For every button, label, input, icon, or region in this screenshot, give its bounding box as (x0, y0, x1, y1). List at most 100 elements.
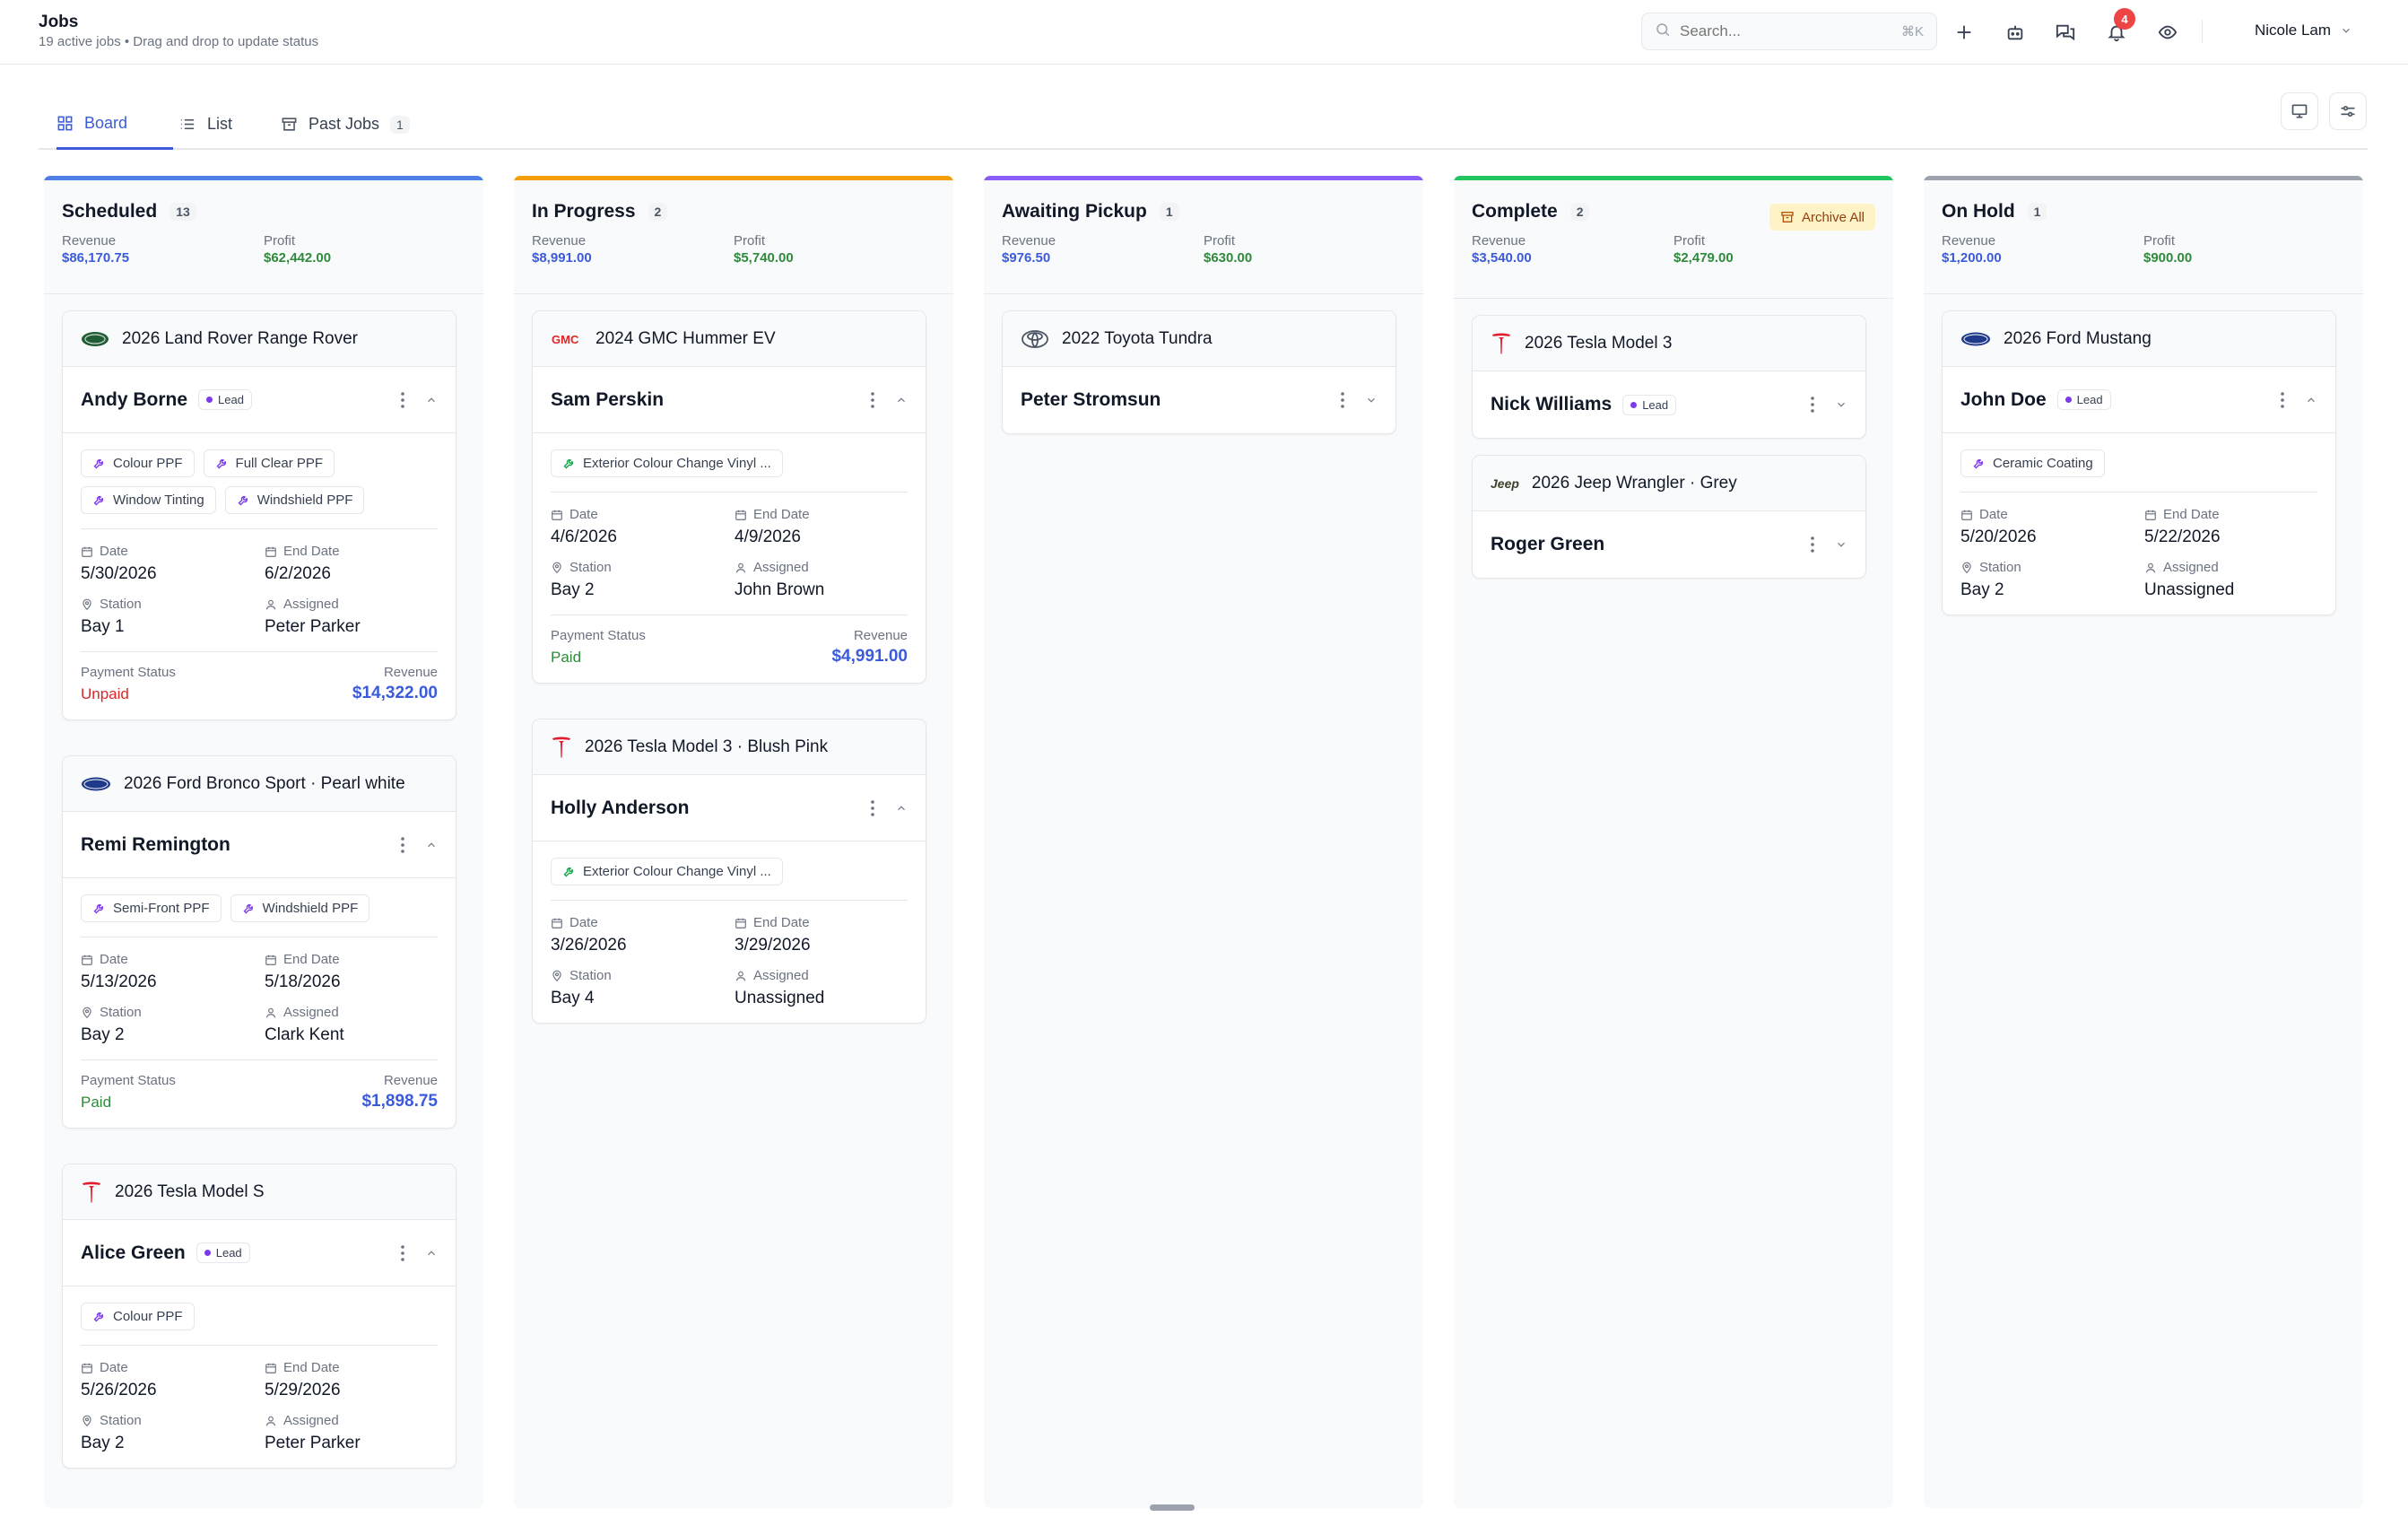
user-menu[interactable]: Nicole Lam (2255, 22, 2352, 39)
chevron-down-icon[interactable] (1365, 394, 1378, 406)
station-value: Bay 2 (1960, 580, 2004, 599)
preview-button[interactable] (2152, 16, 2184, 48)
more-options-icon[interactable] (400, 836, 405, 854)
search-input[interactable] (1680, 22, 1901, 40)
job-card[interactable]: 2026 Ford Mustang John Doe Lead Ceramic Coa… (1942, 310, 2336, 615)
revenue-label: Revenue (532, 233, 587, 248)
station-label: Station (100, 597, 142, 612)
customer-name: John Doe (1960, 388, 2047, 410)
add-button[interactable] (1948, 16, 1980, 48)
job-card[interactable]: 2026 Ford Bronco Sport · Pearl white Remi… (62, 755, 456, 1129)
calendar-icon (552, 918, 562, 929)
chevron-up-icon[interactable] (425, 839, 438, 851)
job-card[interactable]: 2022 Toyota Tundra Peter Stromsun (1002, 310, 1396, 434)
date-label: Date (100, 952, 128, 967)
more-options-icon[interactable] (1340, 391, 1345, 409)
ford-logo-icon (1960, 332, 1991, 346)
revenue-label: Revenue (383, 665, 438, 680)
service-list: Colour PPF (81, 1303, 438, 1346)
more-options-icon[interactable] (870, 391, 875, 409)
tab-past-jobs[interactable]: Past Jobs 1 (281, 99, 410, 150)
grid-icon (57, 116, 73, 130)
customer-name: Andy Borne (81, 388, 188, 410)
land-rover-logo-icon (81, 331, 109, 347)
assigned-value: Unassigned (2144, 580, 2235, 599)
search-box[interactable]: ⌘K (1641, 13, 1937, 50)
chevron-up-icon[interactable] (2305, 394, 2317, 406)
column-title: In Progress (532, 201, 636, 222)
lead-badge: Lead (2056, 389, 2111, 410)
column-count: 1 (2027, 203, 2047, 221)
service-tag: Ceramic Coating (1960, 449, 2105, 477)
payment-status: Unpaid (81, 685, 129, 702)
column-revenue: $1,200.00 (1942, 250, 2002, 266)
notifications-button[interactable]: 4 (2100, 8, 2135, 48)
chevron-up-icon[interactable] (895, 394, 908, 406)
job-card[interactable]: 2026 Tesla Model 3 · Blush Pink Holly And… (532, 719, 926, 1024)
payment-status: Paid (551, 649, 582, 666)
more-options-icon[interactable] (2280, 391, 2285, 409)
job-card[interactable]: 2026 Tesla Model S Alice Green Lead Colour … (62, 1164, 456, 1469)
end-date: 5/29/2026 (265, 1381, 341, 1399)
end-date: 5/18/2026 (265, 972, 341, 991)
assistant-button[interactable] (1999, 16, 2031, 48)
vehicle-name: 2026 Tesla Model 3 · Blush Pink (585, 737, 829, 756)
end-date: 3/29/2026 (735, 936, 811, 955)
tab-board[interactable]: Board (57, 99, 173, 150)
chevron-up-icon[interactable] (425, 1247, 438, 1260)
more-options-icon[interactable] (870, 799, 875, 817)
date-label: Date (100, 544, 128, 559)
job-card[interactable]: 2026 Land Rover Range Rover Andy Borne Lea… (62, 310, 456, 720)
profit-label: Profit (2143, 233, 2176, 248)
filter-settings-button[interactable] (2329, 92, 2367, 130)
archive-all-button[interactable]: Archive All (1769, 204, 1875, 231)
customer-row: John Doe Lead (1943, 367, 2335, 433)
customer-row: Alice Green Lead (63, 1220, 456, 1286)
display-mode-button[interactable] (2281, 92, 2318, 130)
job-card[interactable]: Jeep 2026 Jeep Wrangler · Grey Roger Green (1472, 455, 1866, 579)
start-date: 5/13/2026 (81, 972, 157, 991)
job-card[interactable]: GMC 2024 GMC Hummer EV Sam Perskin Exterior… (532, 310, 926, 684)
chevron-down-icon[interactable] (1835, 398, 1847, 411)
sliders-icon (2341, 106, 2355, 118)
chevron-up-icon[interactable] (895, 802, 908, 815)
calendar-icon (82, 955, 92, 965)
assigned-value: Unassigned (735, 989, 825, 1007)
lead-label: Lead (218, 393, 244, 406)
vehicle-name: 2026 Tesla Model S (115, 1181, 265, 1201)
location-pin-icon (552, 562, 561, 573)
more-options-icon[interactable] (400, 391, 405, 409)
date-label: Date (569, 915, 598, 930)
payment-status-label: Payment Status (81, 665, 176, 680)
job-revenue: $4,991.00 (831, 647, 908, 666)
tab-label: List (207, 115, 233, 133)
payment-status-label: Payment Status (81, 1073, 176, 1088)
more-options-icon[interactable] (400, 1244, 405, 1262)
payment-status-label: Payment Status (551, 628, 646, 643)
vehicle-name: 2026 Tesla Model 3 (1525, 333, 1673, 353)
chevron-down-icon[interactable] (1835, 538, 1847, 551)
messages-button[interactable] (2049, 16, 2082, 48)
horizontal-scroll-handle[interactable] (1150, 1504, 1195, 1511)
job-details-grid: Date 5/20/2026 End Date 5/22/2026 Station Bay… (1960, 493, 2317, 615)
column-title: Awaiting Pickup (1002, 201, 1147, 222)
date-label: Date (569, 507, 598, 522)
customer-name: Nick Williams (1491, 394, 1613, 414)
job-card[interactable]: 2026 Tesla Model 3 Nick Williams Lead (1472, 315, 1866, 439)
service-list: Ceramic Coating (1960, 449, 2317, 493)
more-options-icon[interactable] (1810, 396, 1815, 414)
lead-badge: Lead (196, 1242, 250, 1263)
job-details-grid: Date 4/6/2026 End Date 4/9/2026 Station Bay 2… (551, 493, 908, 615)
service-label: Full Clear PPF (235, 456, 324, 471)
column-complete: Complete 2 Archive All Revenue $3,540.00 P… (1454, 176, 1893, 1508)
service-tag: Windshield PPF (230, 894, 370, 922)
list-icon (180, 118, 195, 130)
end-date-label: End Date (283, 952, 340, 967)
more-options-icon[interactable] (1810, 536, 1815, 554)
station-label: Station (100, 1005, 142, 1020)
wrench-icon (563, 867, 574, 877)
chevron-up-icon[interactable] (425, 394, 438, 406)
tab-list[interactable]: List (178, 99, 232, 150)
vehicle-name: 2026 Ford Mustang (2004, 328, 2152, 348)
start-date: 5/30/2026 (81, 564, 157, 583)
